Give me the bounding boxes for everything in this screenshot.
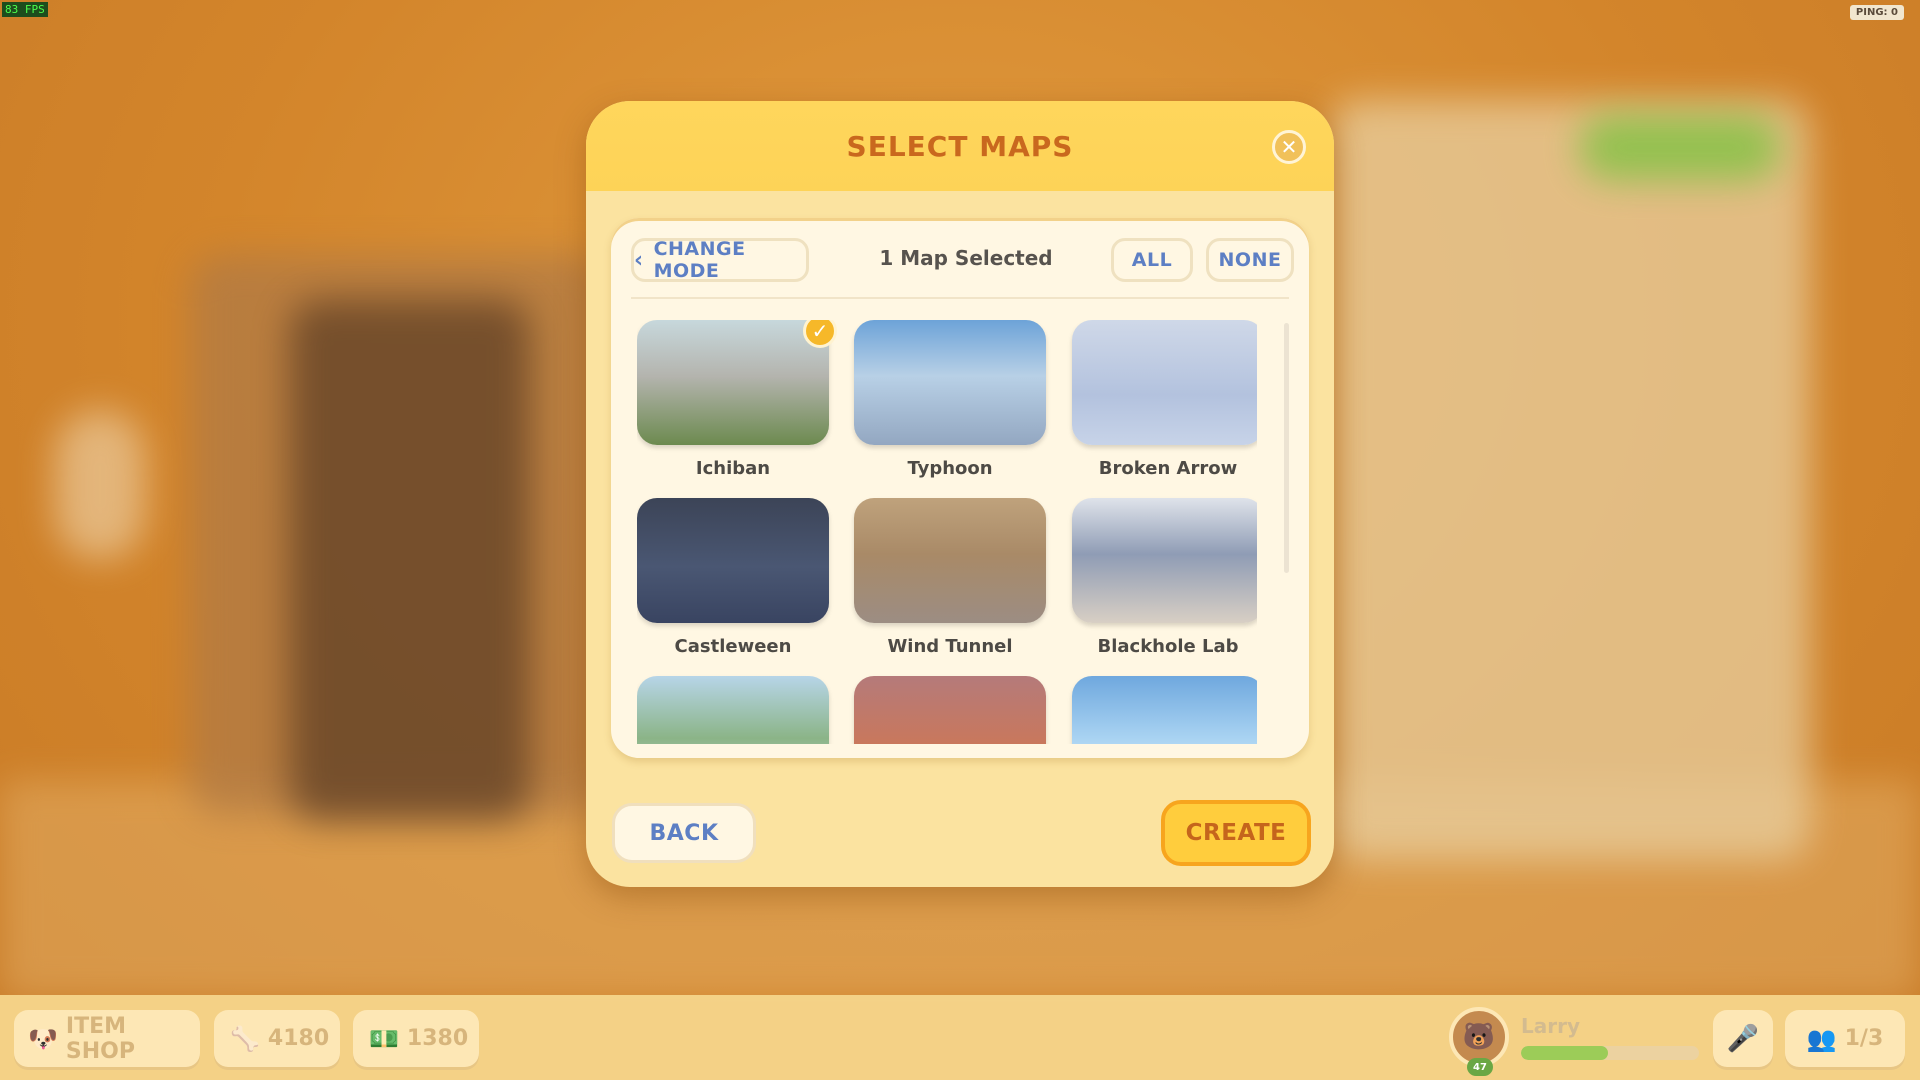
cash-currency[interactable]: 💵 1380 — [353, 1010, 479, 1067]
map-card-carrot[interactable] — [854, 676, 1046, 744]
bones-amount: 4180 — [267, 1026, 330, 1051]
map-card-ice[interactable] — [1072, 676, 1257, 744]
map-card-blackhole-lab[interactable]: Blackhole Lab — [1072, 498, 1257, 670]
map-card-broken-arrow[interactable]: Broken Arrow — [1072, 320, 1257, 492]
level-badge: 47 — [1467, 1058, 1493, 1076]
checkmark-icon: ✓ — [803, 320, 837, 348]
cash-icon: 💵 — [369, 1024, 399, 1053]
map-thumbnail — [1072, 498, 1257, 623]
microphone-button[interactable]: 🎤 — [1713, 1010, 1773, 1067]
map-card-ichiban[interactable]: ✓ Ichiban — [637, 320, 837, 492]
party-count: 1/3 — [1844, 1026, 1884, 1051]
map-thumbnail — [637, 676, 829, 744]
create-button[interactable]: CREATE — [1161, 800, 1311, 866]
item-shop-button[interactable]: 🐶 ITEM SHOP — [14, 1010, 200, 1067]
microphone-icon: 🎤 — [1726, 1023, 1760, 1054]
chevron-left-icon: ‹ — [634, 247, 644, 273]
map-name: Typhoon — [907, 458, 993, 479]
ping-indicator: PING: 0 — [1849, 5, 1904, 20]
select-none-button[interactable]: NONE — [1206, 238, 1294, 282]
party-size-button[interactable]: 👥 1/3 — [1785, 1010, 1905, 1067]
map-thumbnail — [1072, 320, 1257, 445]
background-green-button — [1580, 115, 1780, 180]
background-right-panel — [1330, 100, 1810, 860]
change-mode-button[interactable]: ‹ CHANGE MODE — [631, 238, 809, 282]
map-toolbar: ‹ CHANGE MODE 1 Map Selected ALL NONE — [631, 238, 1294, 284]
map-thumbnail — [1072, 676, 1257, 744]
cash-amount: 1380 — [406, 1026, 469, 1051]
map-name: Blackhole Lab — [1097, 636, 1239, 657]
toolbar-divider — [631, 297, 1289, 299]
bones-currency[interactable]: 🦴 4180 — [214, 1010, 340, 1067]
select-all-button[interactable]: ALL — [1111, 238, 1193, 282]
close-button[interactable]: ✕ — [1272, 130, 1306, 164]
map-grid: ✓ Ichiban Typhoon Broken Arrow Castlewee… — [637, 320, 1257, 744]
map-thumbnail — [854, 676, 1046, 744]
map-thumbnail — [854, 320, 1046, 445]
dialog-title: SELECT MAPS — [846, 129, 1074, 163]
map-thumbnail — [854, 498, 1046, 623]
bone-icon: 🦴 — [230, 1024, 260, 1053]
select-maps-dialog: SELECT MAPS ✕ ‹ CHANGE MODE 1 Map Select… — [586, 101, 1334, 887]
shop-icon: 🐶 — [28, 1024, 58, 1053]
map-list-scrollbar[interactable] — [1284, 323, 1289, 573]
map-card-waterfall[interactable] — [637, 676, 829, 744]
map-thumbnail — [637, 498, 829, 623]
map-card-castleween[interactable]: Castleween — [637, 498, 829, 670]
fps-counter: 83 FPS — [2, 2, 48, 17]
close-icon: ✕ — [1280, 135, 1298, 159]
map-name: Broken Arrow — [1098, 458, 1238, 479]
map-selection-panel: ‹ CHANGE MODE 1 Map Selected ALL NONE ✓ … — [611, 218, 1309, 758]
bear-icon: 🐻 — [1462, 1022, 1496, 1052]
map-thumbnail — [637, 320, 829, 445]
party-icon: 👥 — [1806, 1024, 1837, 1053]
xp-bar-fill — [1521, 1046, 1609, 1060]
selected-map-count: 1 Map Selected — [879, 246, 1053, 270]
item-shop-label: ITEM SHOP — [65, 1013, 135, 1064]
map-card-typhoon[interactable]: Typhoon — [854, 320, 1046, 492]
back-button[interactable]: BACK — [612, 803, 756, 863]
background-left-doorway — [290, 300, 530, 820]
background-lamp — [55, 410, 145, 560]
map-name: Ichiban — [695, 458, 771, 479]
xp-bar — [1521, 1046, 1699, 1060]
player-name: Larry — [1521, 1014, 1581, 1038]
map-name: Castleween — [674, 636, 792, 657]
change-mode-label: CHANGE MODE — [653, 238, 746, 282]
dialog-header: SELECT MAPS ✕ — [586, 101, 1334, 191]
map-name: Wind Tunnel — [887, 636, 1013, 657]
map-card-wind-tunnel[interactable]: Wind Tunnel — [854, 498, 1046, 670]
